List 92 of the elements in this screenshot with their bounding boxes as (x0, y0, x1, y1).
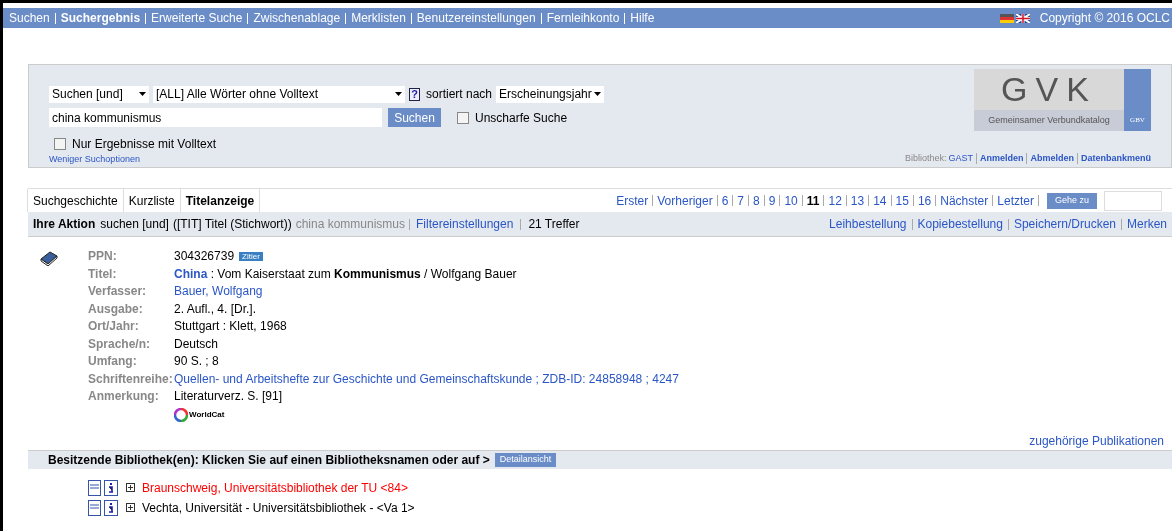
page-link[interactable]: 10 (784, 191, 798, 210)
page-link[interactable]: 9 (768, 191, 776, 210)
book-icon (40, 250, 58, 266)
caret-icon (139, 92, 146, 96)
filter-settings-link[interactable]: Filtereinstellungen (416, 215, 514, 233)
worldcat-logo-text[interactable]: WorldCat (189, 408, 225, 421)
caret-icon (594, 92, 602, 96)
page-link[interactable]: Letzter (997, 191, 1034, 210)
operator-dropdown[interactable]: Suchen [und] (49, 85, 149, 103)
field-label: Ausgabe: (88, 301, 144, 317)
action-link[interactable]: Speichern/Drucken (1013, 215, 1116, 233)
field-value: Stuttgart : Klett, 1968 (174, 319, 288, 335)
caret-icon (395, 92, 402, 96)
page-number-field[interactable] (1104, 190, 1162, 211)
account-link[interactable]: Abmelden (1030, 151, 1074, 165)
field-value: Literaturverz. S. [91] (174, 389, 284, 405)
action-index: ([TIT] Titel (Stichwort)) (172, 216, 292, 233)
field-value: Deutsch (174, 336, 220, 352)
nav-link[interactable]: Zwischenablage (253, 9, 341, 27)
fulltext-only-label: Nur Ergebnisse mit Volltext (72, 136, 217, 153)
action-link[interactable]: Merken (1127, 215, 1167, 233)
field-link[interactable]: Bauer, Wolfgang (174, 284, 679, 300)
fuzzy-search-label: Unscharfe Suche (475, 109, 568, 127)
detail-view-button[interactable]: Detailansicht (494, 452, 557, 467)
page-link[interactable]: 6 (721, 191, 729, 210)
library-label: Bibliothek: (904, 151, 947, 165)
nav-link[interactable]: Suchergebnis (60, 9, 141, 27)
search-terms: china kommunismus (295, 216, 405, 233)
page-link[interactable]: Nächster (940, 191, 989, 210)
field-label: Titel: (88, 266, 118, 282)
nav-link[interactable]: Benutzereinstellungen (416, 9, 536, 27)
search-field[interactable]: china kommunismus (49, 108, 382, 127)
page-link[interactable]: 7 (737, 191, 745, 210)
title-link[interactable]: China (174, 266, 208, 281)
less-options-link[interactable]: Weniger Suchoptionen (49, 153, 140, 167)
account-link[interactable]: Datenbankmenü (1081, 151, 1151, 165)
info-icon[interactable] (104, 479, 118, 496)
document-icon[interactable] (88, 479, 101, 496)
action-link[interactable]: Leihbestellung (829, 215, 907, 233)
info-icon[interactable] (104, 499, 118, 516)
nav-link[interactable]: Merklisten (351, 9, 406, 27)
holdings-heading: Besitzende Bibliothek(en): Klicken Sie auf einen Bibliotheksnamen oder auf > (48, 451, 490, 469)
field-label: Ort/Jahr: (88, 319, 140, 335)
ppn-value: 304326739 (174, 249, 235, 265)
page-link[interactable]: Vorheriger (657, 191, 713, 210)
library-link[interactable]: GAST (948, 151, 973, 165)
document-icon[interactable] (88, 499, 101, 516)
field-value: 90 S. ; 8 (174, 354, 220, 370)
field-link[interactable]: Quellen- und Arbeitshefte zur Geschichte und Gemeinschaftskunde ; ZDB-ID: 24858948 ; 4247 (174, 371, 679, 387)
flag-icon[interactable] (1015, 13, 1030, 23)
field-label: Anmerkung: (88, 389, 160, 405)
nav-link[interactable]: Erweiterte Suche (151, 9, 243, 27)
field-label: Umfang: (88, 354, 138, 370)
page-link[interactable]: 11 (806, 191, 820, 210)
help-button[interactable]: ? (409, 87, 420, 101)
expand-icon[interactable] (126, 483, 135, 492)
page-link[interactable]: 12 (828, 191, 842, 210)
checkbox[interactable] (54, 138, 66, 150)
library-name[interactable]: Braunschweig, Universitätsbibliothek der TU <84> (142, 478, 408, 497)
page-link[interactable]: 8 (753, 191, 760, 210)
field-label: Sprache/n: (88, 336, 151, 352)
cite-badge[interactable]: Zitier (239, 252, 263, 262)
related-publications-link[interactable]: zugehörige Publikationen (1029, 431, 1164, 450)
action-link[interactable]: Kopiebestellung (917, 215, 1003, 233)
search-button[interactable]: Suchen (388, 108, 441, 127)
nav-link[interactable]: Hilfe (630, 9, 655, 27)
action-label: Ihre Aktion (33, 216, 96, 233)
title-value: China : Vom Kaiserstaat zum Kommunismus / Wolfgang Bauer (174, 266, 518, 282)
field-label: Verfasser: (88, 284, 148, 300)
index-dropdown[interactable]: [ALL] Alle Wörter ohne Volltext (153, 85, 405, 103)
page-link[interactable]: 14 (873, 191, 887, 210)
page-link[interactable]: 13 (850, 191, 865, 210)
field-label: PPN: (88, 249, 118, 265)
action-command: suchen [und] (100, 216, 169, 233)
nav-link[interactable]: Fernleihkonto (546, 9, 620, 27)
goto-button[interactable]: Gehe zu (1046, 192, 1097, 209)
page-link[interactable]: Erster (616, 191, 649, 210)
page-link[interactable]: 15 (895, 191, 909, 210)
field-value: 2. Aufl., 4. [Dr.]. (174, 301, 258, 317)
checkbox[interactable] (457, 111, 469, 124)
expand-icon[interactable] (126, 503, 135, 512)
copyright-text: Copyright © 2016 OCLC (1039, 10, 1170, 27)
account-link[interactable]: Anmelden (979, 151, 1024, 165)
sort-label: sortiert nach (426, 86, 493, 103)
library-name[interactable]: Vechta, Universität - Universitätsbibliothek - <Va 1> (142, 498, 415, 517)
flag-icon[interactable] (999, 13, 1014, 23)
nav-link[interactable]: Suchen (9, 9, 50, 27)
field-label: Schriftenreihe: (88, 371, 174, 387)
sort-dropdown[interactable]: Erscheinungsjahr (496, 85, 605, 103)
worldcat-logo-icon (174, 407, 188, 422)
hits-count: 21 Treffer (528, 216, 580, 233)
page-link[interactable]: 16 (917, 191, 932, 210)
